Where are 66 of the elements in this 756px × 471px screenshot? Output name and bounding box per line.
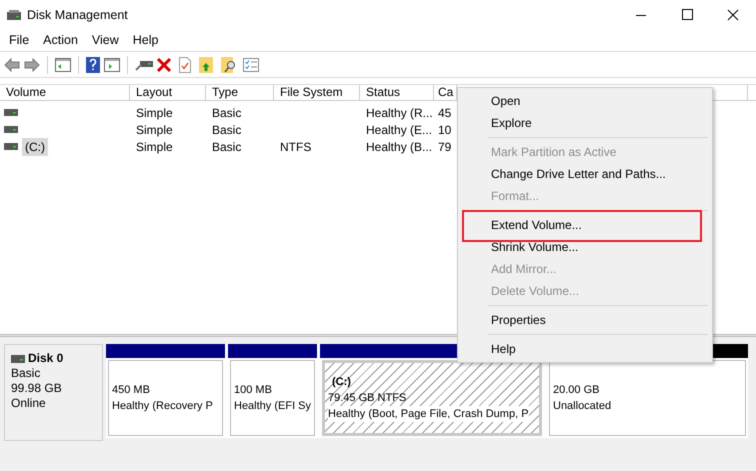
table-cell-text: Simple <box>136 104 173 122</box>
console-tree-icon[interactable] <box>55 58 71 72</box>
column-header[interactable]: Type <box>206 85 274 100</box>
drive-icon <box>4 109 18 116</box>
table-cell-text: Simple <box>136 122 173 138</box>
table-cell-text: Basic <box>212 138 242 156</box>
table-row[interactable]: Simple Basic Healthy (E... 10 <box>0 121 457 138</box>
table-cell-text: 10 <box>438 122 452 138</box>
table-cell-text: Simple <box>136 138 173 156</box>
disk-type: Basic <box>11 366 42 381</box>
connect-drive-icon[interactable] <box>135 58 153 70</box>
column-header[interactable]: Status <box>360 85 434 100</box>
table-cell-text: Healthy (B... <box>366 138 432 156</box>
menu-item[interactable]: Action <box>36 31 85 50</box>
action-pane-icon[interactable] <box>104 58 120 72</box>
window-title: Disk Management <box>27 6 128 24</box>
partition-size: 79.45 GB NTFS <box>328 391 406 406</box>
menu-item[interactable]: Change Drive Letter and Paths... <box>458 163 712 185</box>
help-icon[interactable] <box>86 56 100 72</box>
table-cell-text: NTFS <box>280 138 312 156</box>
table-cell-text: 79 <box>438 138 452 156</box>
partition-box[interactable]: 20.00 GB Unallocated <box>549 360 746 436</box>
table-cell-text: Basic <box>212 104 242 122</box>
checklist-icon[interactable] <box>243 58 259 72</box>
column-header[interactable]: Layout <box>130 85 206 100</box>
drive-label: (C:) <box>22 138 48 156</box>
table-cell-text: Basic <box>212 122 242 138</box>
drive-icon <box>11 354 25 362</box>
menu-item[interactable]: Help <box>458 338 712 360</box>
partition-status: Healthy (EFI Sy <box>234 399 312 414</box>
menu-item[interactable]: Properties <box>458 309 712 331</box>
column-header[interactable]: Volume <box>0 85 130 100</box>
menu-item[interactable]: File <box>2 31 36 50</box>
partition-status: Unallocated <box>553 399 612 414</box>
checked-document-icon[interactable] <box>179 56 191 72</box>
partition-status: Healthy (Recovery P <box>112 399 213 414</box>
menu-item[interactable]: Open <box>458 90 712 112</box>
table-cell-text: Healthy (E... <box>366 122 432 138</box>
table-row[interactable]: Simple Basic Healthy (R... 45 <box>0 104 457 121</box>
menu-item[interactable]: Help <box>126 31 166 50</box>
partition-size: 450 MB <box>112 383 150 398</box>
delete-icon[interactable] <box>157 58 171 72</box>
menu-item[interactable]: Extend Volume... <box>458 214 712 236</box>
back-arrow-icon[interactable] <box>4 58 20 72</box>
partition-box[interactable]: 100 MB Healthy (EFI Sy <box>230 360 315 436</box>
menu-item[interactable]: Shrink Volume... <box>458 236 712 258</box>
disk-name: Disk 0 <box>28 351 64 366</box>
column-header[interactable]: File System <box>274 85 360 100</box>
drive-icon <box>4 126 18 133</box>
partition-label: (C:) <box>331 375 351 390</box>
partition-status: Healthy (Boot, Page File, Crash Dump, P <box>328 406 529 422</box>
table-row[interactable]: (C:) Simple Basic NTFS Healthy (B... 79 <box>0 138 457 155</box>
partition-size: 20.00 GB <box>553 383 600 398</box>
menu-item[interactable]: View <box>84 31 126 50</box>
drive-icon <box>4 143 18 150</box>
disk-size: 99.98 GB <box>11 381 63 396</box>
menu-item[interactable]: Explore <box>458 112 712 134</box>
table-cell-text: Healthy (R... <box>366 104 433 122</box>
table-cell-text: 45 <box>438 104 452 122</box>
partition-size: 100 MB <box>234 383 272 398</box>
forward-arrow-icon[interactable] <box>24 58 40 72</box>
partition-box[interactable]: 450 MB Healthy (Recovery P <box>108 360 223 436</box>
partition-box[interactable]: (C:) 79.45 GB NTFS Healthy (Boot, Page File, Crash Dump, P <box>322 360 542 436</box>
drive-icon <box>7 10 21 20</box>
folder-search-icon[interactable] <box>221 56 237 72</box>
disk-status: Online <box>11 396 47 411</box>
